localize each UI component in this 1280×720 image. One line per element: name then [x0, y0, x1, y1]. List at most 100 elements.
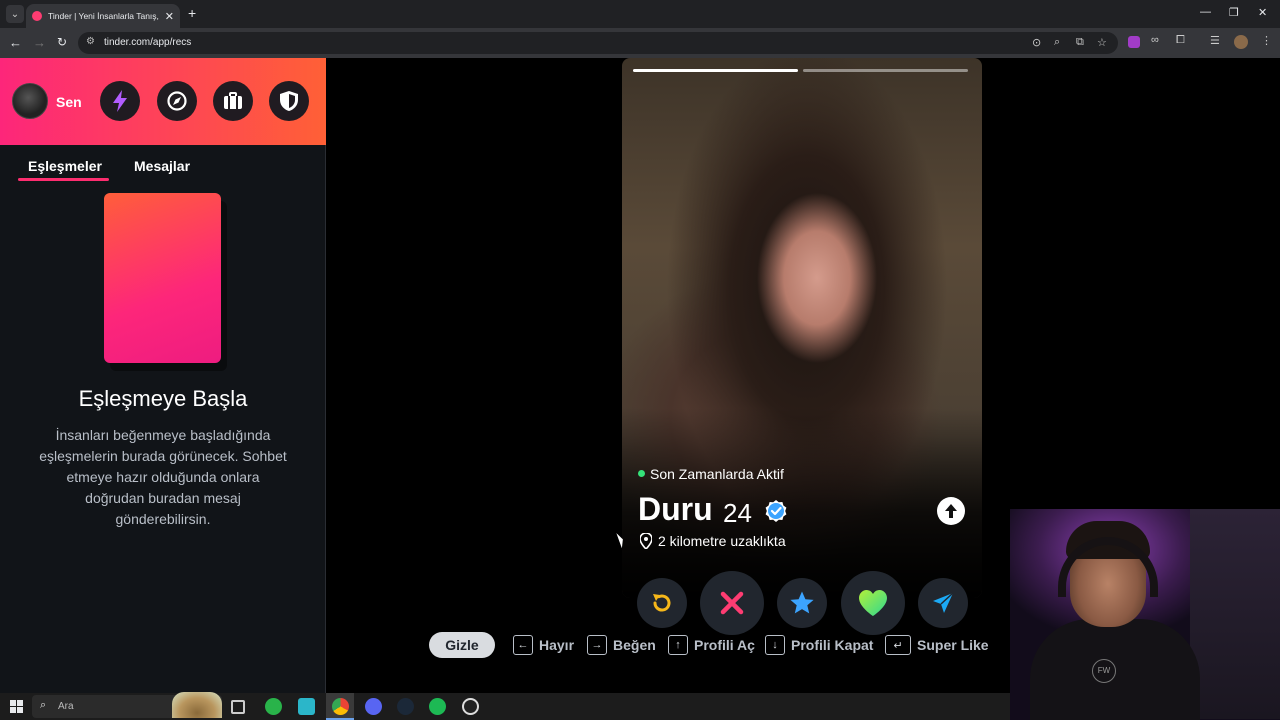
active-status-dot — [638, 470, 645, 477]
location-icon[interactable]: ⊙ — [1032, 36, 1041, 49]
shortcut-open-profile: ↑ Profili Aç — [668, 635, 755, 655]
search-icon: ⌕ — [40, 699, 47, 711]
shortcut-super-like: ↵ Super Like — [885, 635, 989, 655]
photo-progress-inactive — [803, 69, 968, 72]
like-button[interactable] — [841, 571, 905, 635]
empty-state-description: İnsanları beğenmeye başladığında eşleşme… — [39, 427, 287, 527]
shortcut-close-profile: ↓ Profili Kapat — [765, 635, 873, 655]
empty-state-title: Eşleşmeye Başla — [78, 386, 248, 411]
down-arrow-key-icon: ↓ — [765, 635, 785, 655]
shirt-logo-icon: FW — [1092, 659, 1116, 683]
nope-button[interactable] — [700, 571, 764, 635]
windows-taskbar: ⌕ Ara — [0, 692, 1010, 720]
shortcut-label: Beğen — [613, 637, 656, 653]
url-text: tinder.com/app/recs — [104, 37, 192, 48]
bookmark-star-icon[interactable]: ☆ — [1097, 36, 1107, 49]
shortcut-label: Hayır — [539, 637, 575, 653]
address-toolbar: ← → ↻ ⚙ tinder.com/app/recs ⊙ ⌕ ⧉ ☆ — [0, 28, 1280, 58]
profile-distance: 2 kilometre uzaklıkta — [658, 533, 786, 549]
matches-sidebar: Sen Eşleşmeler Mesajlar Eşleşmeye Başla … — [0, 58, 326, 693]
close-x-icon — [720, 591, 744, 615]
taskbar-app-bird-icon[interactable] — [298, 698, 315, 715]
steam-icon[interactable] — [397, 698, 414, 715]
reading-list-icon[interactable]: ☰ — [1210, 34, 1220, 47]
star-icon — [790, 591, 814, 614]
extensions-puzzle-icon[interactable]: ⧠ — [1176, 34, 1185, 47]
address-bar[interactable]: ⚙ tinder.com/app/recs ⊙ ⌕ ⧉ ☆ — [78, 32, 1118, 54]
forward-icon[interactable]: → — [33, 35, 46, 50]
explore-button[interactable] — [157, 81, 197, 121]
task-view-icon[interactable] — [231, 700, 245, 714]
browser-tab[interactable]: Tinder | Yeni İnsanlarla Tanış, Bu ✕ — [26, 4, 180, 28]
extension-icon[interactable] — [1128, 36, 1140, 48]
browser-profile-avatar[interactable] — [1234, 35, 1248, 49]
profile-card[interactable]: Son Zamanlarda Aktif Duru 24 2 kilometre… — [622, 58, 982, 598]
rewind-button[interactable] — [637, 578, 687, 628]
boost-send-button[interactable] — [918, 578, 968, 628]
explore-icon — [167, 91, 187, 111]
left-arrow-key-icon: ← — [513, 635, 533, 655]
active-tab-indicator — [18, 178, 109, 181]
enter-key-icon: ↵ — [885, 635, 911, 655]
work-button[interactable] — [213, 81, 253, 121]
restore-window-icon[interactable]: ❐ — [1229, 6, 1239, 19]
rewind-icon — [653, 594, 671, 612]
shortcut-label: Profili Kapat — [791, 637, 874, 653]
tab-matches[interactable]: Eşleşmeler — [28, 158, 102, 174]
boost-icon — [113, 90, 127, 112]
tab-search-button[interactable]: ⌄ — [6, 5, 24, 23]
search-placeholder: Ara — [58, 701, 74, 712]
user-label[interactable]: Sen — [56, 94, 82, 110]
up-arrow-key-icon: ↑ — [668, 635, 688, 655]
heart-icon — [859, 590, 887, 616]
taskbar-app-green-icon[interactable] — [265, 698, 282, 715]
empty-match-card-illustration — [104, 193, 221, 363]
reload-icon[interactable]: ↻ — [57, 35, 67, 49]
boost-button[interactable] — [100, 81, 140, 121]
profile-name: Duru — [638, 491, 713, 527]
safety-shield-icon — [280, 91, 298, 111]
back-icon[interactable]: ← — [9, 35, 22, 50]
search-highlight-illustration — [172, 692, 222, 718]
shortcut-like: → Beğen — [587, 635, 656, 655]
tab-messages[interactable]: Mesajlar — [134, 158, 190, 174]
arrow-up-icon — [945, 504, 957, 518]
spotify-icon[interactable] — [429, 698, 446, 715]
avatar[interactable] — [12, 83, 48, 119]
sidebar-header: Sen — [0, 58, 326, 145]
verified-badge-icon — [765, 500, 787, 522]
browser-tab-strip: ⌄ Tinder | Yeni İnsanlarla Tanış, Bu ✕ +… — [0, 0, 1280, 28]
tab-title: Tinder | Yeni İnsanlarla Tanış, Bu — [48, 11, 161, 21]
shortcut-label: Super Like — [917, 637, 989, 653]
chrome-icon[interactable] — [332, 698, 349, 715]
browser-menu-icon[interactable]: ⋮ — [1261, 34, 1272, 47]
new-tab-button[interactable]: + — [188, 5, 196, 21]
discord-icon[interactable] — [365, 698, 382, 715]
work-icon — [224, 92, 242, 109]
close-window-icon[interactable]: ✕ — [1258, 6, 1267, 19]
super-like-button[interactable] — [777, 578, 827, 628]
zoom-icon[interactable]: ⌕ — [1054, 36, 1060, 49]
photo-progress-active — [633, 69, 798, 72]
extension-glasses-icon[interactable]: ∞ — [1151, 34, 1159, 46]
site-info-icon[interactable]: ⚙ — [86, 36, 95, 47]
shortcut-nope: ← Hayır — [513, 635, 574, 655]
windows-start-icon[interactable] — [10, 700, 23, 713]
tinder-favicon-icon — [32, 11, 42, 21]
close-tab-icon[interactable]: ✕ — [165, 10, 174, 23]
profile-age: 24 — [723, 498, 752, 528]
taskbar-search[interactable]: ⌕ Ara — [32, 692, 222, 718]
active-status-text: Son Zamanlarda Aktif — [650, 466, 784, 482]
taskbar-app-clock-icon[interactable] — [462, 698, 479, 715]
open-profile-button[interactable] — [937, 497, 965, 525]
location-pin-icon — [640, 533, 652, 549]
webcam-overlay: FW — [1010, 509, 1280, 720]
safety-button[interactable] — [269, 81, 309, 121]
right-arrow-key-icon: → — [587, 635, 607, 655]
send-icon — [933, 592, 954, 613]
hide-shortcuts-button[interactable]: Gizle — [429, 632, 495, 658]
minimize-window-icon[interactable]: — — [1200, 6, 1211, 18]
webcam-background-light — [1190, 509, 1280, 719]
shortcut-label: Profili Aç — [694, 637, 755, 653]
install-app-icon[interactable]: ⧉ — [1076, 36, 1084, 49]
